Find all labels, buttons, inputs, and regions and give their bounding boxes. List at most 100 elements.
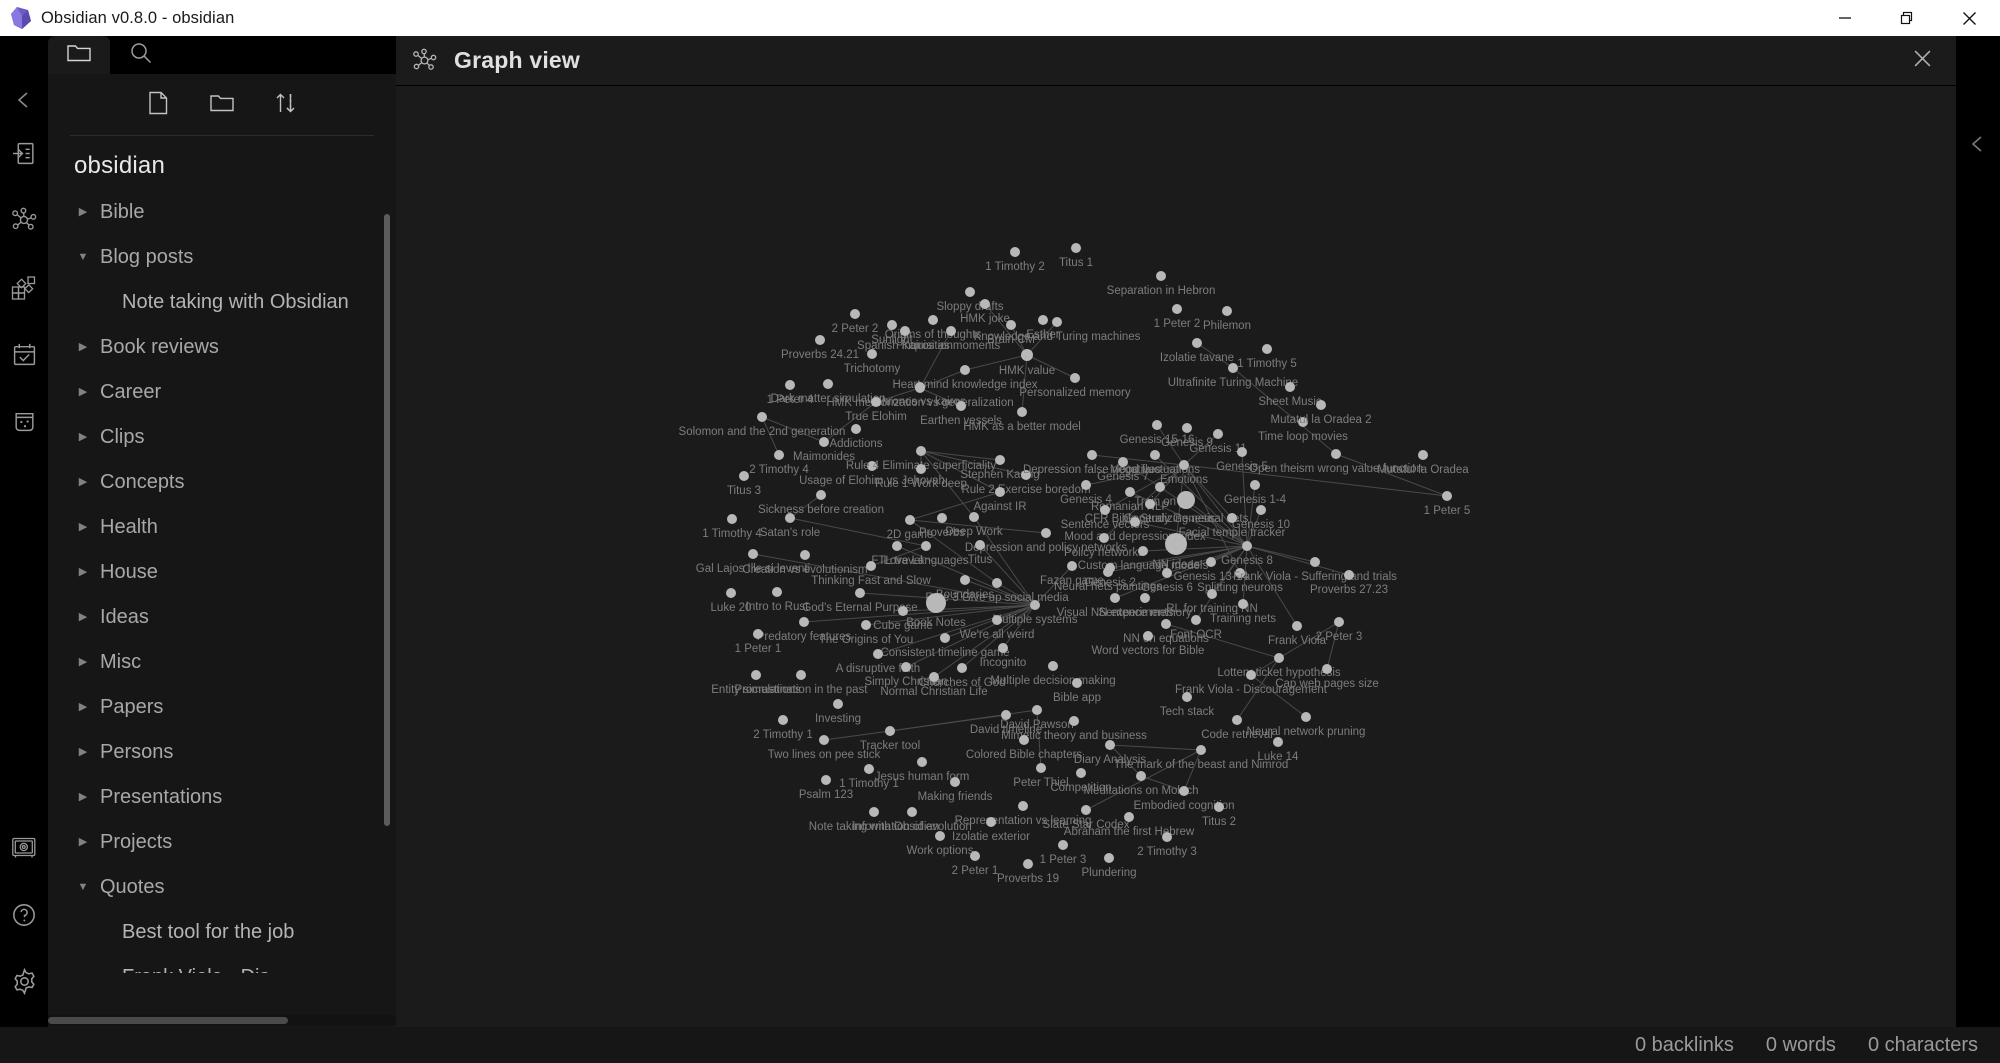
new-note-button[interactable] xyxy=(141,88,175,122)
graph-node-dot[interactable] xyxy=(1172,304,1182,314)
tree-file[interactable]: Frank Viola - Dis xyxy=(70,955,396,973)
graph-node-dot[interactable] xyxy=(855,588,865,598)
graph-node[interactable]: 1 Peter 5 xyxy=(1424,491,1471,517)
graph-node-dot[interactable] xyxy=(1099,533,1109,543)
graph-node-dot[interactable] xyxy=(796,670,806,680)
graph-node-dot[interactable] xyxy=(1182,692,1192,702)
graph-node-dot[interactable] xyxy=(986,817,996,827)
chevron-right-icon[interactable]: ▶ xyxy=(70,747,96,758)
graph-node-dot[interactable] xyxy=(1191,615,1201,625)
graph-node-dot[interactable] xyxy=(916,446,926,456)
graph-node-dot[interactable] xyxy=(929,672,939,682)
graph-node-dot[interactable] xyxy=(969,512,979,522)
collapse-right-sidebar-button[interactable] xyxy=(1956,124,2000,164)
graph-node-dot[interactable] xyxy=(1246,670,1256,680)
graph-node-dot[interactable] xyxy=(1316,400,1326,410)
new-folder-button[interactable] xyxy=(205,88,239,122)
graph-node-dot[interactable] xyxy=(1069,716,1079,726)
graph-node-dot[interactable] xyxy=(850,309,860,319)
graph-node-dot[interactable] xyxy=(960,575,970,585)
chevron-right-icon[interactable]: ▶ xyxy=(70,432,96,443)
tree-folder[interactable]: ▶ Bible xyxy=(70,190,396,235)
graph-node-dot[interactable] xyxy=(1179,786,1189,796)
graph-node-dot[interactable] xyxy=(1006,320,1016,330)
graph-node-dot[interactable] xyxy=(1161,619,1171,629)
tree-folder[interactable]: ▶ Clips xyxy=(70,415,396,460)
graph-node[interactable]: HMK value xyxy=(999,349,1055,377)
graph-node[interactable]: Sloppy drafts xyxy=(936,287,1004,313)
collapse-left-sidebar-button[interactable] xyxy=(0,80,48,120)
graph-node-dot[interactable] xyxy=(905,515,915,525)
graph-node-dot[interactable] xyxy=(751,670,761,680)
graph-node-dot[interactable] xyxy=(1125,487,1135,497)
graph-node-dot[interactable] xyxy=(1196,745,1206,755)
graph-node-dot[interactable] xyxy=(1418,450,1428,460)
graph-node[interactable]: Philemon xyxy=(1203,306,1251,332)
graph-node-dot[interactable] xyxy=(1206,557,1216,567)
graph-node-dot[interactable] xyxy=(1010,247,1020,257)
graph-node-dot[interactable] xyxy=(1301,712,1311,722)
chevron-right-icon[interactable]: ▶ xyxy=(70,207,96,218)
graph-node[interactable]: Satan's role xyxy=(760,513,820,539)
graph-node-dot[interactable] xyxy=(901,662,911,672)
graph-node-dot[interactable] xyxy=(1030,600,1040,610)
graph-node-dot[interactable] xyxy=(1032,705,1042,715)
change-sort-order-button[interactable] xyxy=(269,88,303,122)
graph-node-dot[interactable] xyxy=(1138,546,1148,556)
graph-node-dot[interactable] xyxy=(1310,557,1320,567)
tree-file[interactable]: Best tool for the job xyxy=(70,910,396,955)
graph-node-dot[interactable] xyxy=(778,715,788,725)
graph-node-dot[interactable] xyxy=(1292,621,1302,631)
scrollbar-thumb[interactable] xyxy=(48,1017,288,1024)
file-tree[interactable]: obsidian ▶ Bible ▼ Blog posts Note taking wi… xyxy=(48,128,396,973)
graph-node-dot[interactable] xyxy=(1103,567,1113,577)
graph-node-dot[interactable] xyxy=(873,649,883,659)
status-characters[interactable]: 0 characters xyxy=(1868,1034,1978,1057)
graph-node[interactable]: 1 Peter 2 xyxy=(1154,304,1201,330)
chevron-right-icon[interactable]: ▶ xyxy=(70,702,96,713)
tree-folder[interactable]: ▼ Quotes xyxy=(70,865,396,910)
graph-node-dot[interactable] xyxy=(1273,737,1283,747)
graph-node-dot[interactable] xyxy=(892,541,902,551)
graph-node-dot[interactable] xyxy=(1285,382,1295,392)
graph-node-dot[interactable] xyxy=(1322,664,1332,674)
tree-folder[interactable]: ▶ Persons xyxy=(70,730,396,775)
graph-node-dot[interactable] xyxy=(907,807,917,817)
graph-node[interactable]: 1 Timothy 2 xyxy=(985,247,1045,273)
tree-folder[interactable]: ▶ Presentations xyxy=(70,775,396,820)
status-words[interactable]: 0 words xyxy=(1766,1034,1836,1057)
graph-node-dot[interactable] xyxy=(1152,420,1162,430)
graph-node-dot[interactable] xyxy=(823,379,833,389)
ribbon-item-daily-note[interactable] xyxy=(0,321,48,388)
chevron-right-icon[interactable]: ▶ xyxy=(70,522,96,533)
graph-node-dot[interactable] xyxy=(1036,763,1046,773)
graph-node-dot[interactable] xyxy=(1262,344,1272,354)
graph-node[interactable]: Sickness before creation xyxy=(758,490,884,516)
status-backlinks[interactable]: 0 backlinks xyxy=(1635,1034,1734,1057)
tree-folder[interactable]: ▶ Ideas xyxy=(70,595,396,640)
graph-node-dot[interactable] xyxy=(1023,859,1033,869)
graph-node-dot[interactable] xyxy=(1442,491,1452,501)
graph-node[interactable]: Plundering xyxy=(1082,853,1137,879)
graph-node-dot[interactable] xyxy=(1237,447,1247,457)
graph-node-dot[interactable] xyxy=(887,320,897,330)
chevron-right-icon[interactable]: ▶ xyxy=(70,342,96,353)
tree-folder[interactable]: ▶ House xyxy=(70,550,396,595)
file-tree-horizontal-scrollbar[interactable] xyxy=(48,1015,396,1025)
graph-node-dot[interactable] xyxy=(1165,533,1187,555)
graph-node-dot[interactable] xyxy=(1048,661,1058,671)
graph-node[interactable]: 1 Peter 3 xyxy=(1040,840,1087,866)
graph-node-dot[interactable] xyxy=(739,471,749,481)
graph-node-dot[interactable] xyxy=(1150,450,1160,460)
graph-node-dot[interactable] xyxy=(1072,678,1082,688)
chevron-down-icon[interactable]: ▼ xyxy=(70,252,96,263)
tree-folder[interactable]: ▶ Concepts xyxy=(70,460,396,505)
ribbon-item-vault-switcher[interactable] xyxy=(0,814,48,881)
chevron-right-icon[interactable]: ▶ xyxy=(70,837,96,848)
graph-node-dot[interactable] xyxy=(1238,599,1248,609)
graph-node-dot[interactable] xyxy=(1227,513,1237,523)
graph-node-dot[interactable] xyxy=(1081,480,1091,490)
chevron-right-icon[interactable]: ▶ xyxy=(70,567,96,578)
graph-node-dot[interactable] xyxy=(965,287,975,297)
graph-node-dot[interactable] xyxy=(819,735,829,745)
